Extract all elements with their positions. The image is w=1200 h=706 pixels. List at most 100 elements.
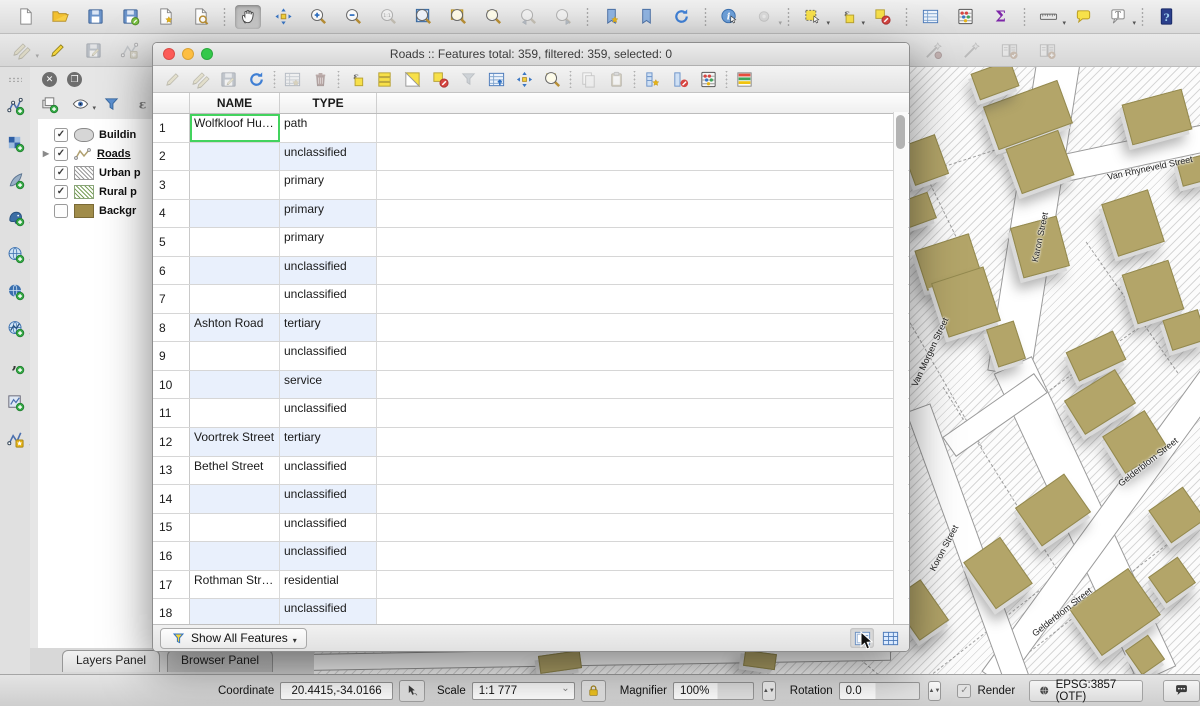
- pan-to-selection-icon[interactable]: [270, 5, 296, 29]
- folder-open-icon[interactable]: [47, 5, 73, 29]
- zoom-to-selected-icon[interactable]: [540, 68, 564, 90]
- detach-panel-icon[interactable]: ❐: [67, 72, 82, 87]
- table-row[interactable]: 14unclassified: [153, 485, 909, 514]
- table-row[interactable]: 11unclassified: [153, 399, 909, 428]
- cell-rownum[interactable]: 1: [153, 114, 190, 142]
- close-icon[interactable]: ✕: [42, 72, 57, 87]
- cell-rownum[interactable]: 11: [153, 399, 190, 427]
- composer-new-icon[interactable]: [152, 5, 178, 29]
- layer-visibility-checkbox[interactable]: [54, 204, 68, 218]
- bookmark-new-icon[interactable]: [598, 5, 624, 29]
- rotation-input[interactable]: 0.0: [839, 682, 920, 700]
- cell-rownum[interactable]: 3: [153, 171, 190, 199]
- layer-visibility-checkbox[interactable]: ✓: [54, 166, 68, 180]
- node-tool-icon[interactable]: [920, 38, 946, 62]
- cell-name[interactable]: [190, 171, 280, 199]
- toolbar-grip[interactable]: [8, 77, 22, 82]
- table-row[interactable]: 9unclassified: [153, 342, 909, 371]
- composer-manager-icon[interactable]: [187, 5, 213, 29]
- cell-name[interactable]: [190, 514, 280, 542]
- add-spatialite-icon[interactable]: [2, 168, 28, 193]
- cell-type[interactable]: tertiary: [280, 428, 377, 456]
- layer-item-ruralp[interactable]: ✓Rural p: [38, 182, 152, 201]
- filter-form-icon[interactable]: [456, 68, 480, 90]
- select-all-icon[interactable]: [372, 68, 396, 90]
- new-virtual-icon[interactable]: [2, 427, 28, 452]
- filter-legend-icon[interactable]: [100, 94, 122, 114]
- table-row[interactable]: 17Rothman Str…residential: [153, 571, 909, 600]
- add-feature-line-icon[interactable]: [116, 38, 142, 62]
- cell-rownum[interactable]: 18: [153, 599, 190, 627]
- zoom-next-icon[interactable]: [550, 5, 576, 29]
- save-icon[interactable]: [82, 5, 108, 29]
- add-wcs-icon[interactable]: [2, 279, 28, 304]
- table-row[interactable]: 16unclassified: [153, 542, 909, 571]
- node-tool-alt-icon[interactable]: [958, 38, 984, 62]
- layer-item-urbanp[interactable]: ✓Urban p: [38, 163, 152, 182]
- cell-name[interactable]: [190, 485, 280, 513]
- expand-arrow-icon[interactable]: ▶: [38, 149, 54, 158]
- zoom-full-icon[interactable]: [410, 5, 436, 29]
- identify-icon[interactable]: i: [716, 5, 742, 29]
- cell-name[interactable]: [190, 228, 280, 256]
- magnifier-input[interactable]: 100%: [673, 682, 754, 700]
- table-row[interactable]: 4primary: [153, 200, 909, 229]
- render-checkbox[interactable]: ✓: [957, 684, 971, 698]
- add-delimited-icon[interactable]: ,: [2, 353, 28, 378]
- field-calculator-icon[interactable]: [696, 68, 720, 90]
- zoom-out-icon[interactable]: [340, 5, 366, 29]
- cell-rownum[interactable]: 9: [153, 342, 190, 370]
- cell-type[interactable]: unclassified: [280, 514, 377, 542]
- cell-rownum[interactable]: 17: [153, 571, 190, 599]
- header-name[interactable]: NAME: [190, 93, 280, 113]
- cell-type[interactable]: unclassified: [280, 599, 377, 627]
- header-rownum[interactable]: [153, 93, 190, 113]
- scale-lock-button[interactable]: [581, 680, 606, 702]
- layer-item-backgr[interactable]: Backgr: [38, 201, 152, 220]
- cell-rownum[interactable]: 15: [153, 514, 190, 542]
- table-row[interactable]: 13Bethel Streetunclassified: [153, 457, 909, 486]
- cell-rownum[interactable]: 2: [153, 143, 190, 171]
- labels-pinned-icon[interactable]: [996, 38, 1022, 62]
- zoom-native-icon[interactable]: 1:1: [375, 5, 401, 29]
- header-type[interactable]: TYPE: [280, 93, 377, 113]
- table-row[interactable]: 3primary: [153, 171, 909, 200]
- zoom-in-icon[interactable]: [305, 5, 331, 29]
- save-edits-icon[interactable]: [216, 68, 240, 90]
- pan-hand-icon[interactable]: [235, 5, 261, 29]
- minimize-window-icon[interactable]: [182, 48, 194, 60]
- table-row[interactable]: 10service: [153, 371, 909, 400]
- cell-name[interactable]: [190, 257, 280, 285]
- bookmark-show-icon[interactable]: [633, 5, 659, 29]
- toggle-edit-pencil-icon[interactable]: [160, 68, 184, 90]
- delete-selected-icon[interactable]: [308, 68, 332, 90]
- coordinate-input[interactable]: 20.4415,-34.0166: [280, 682, 393, 700]
- add-postgis-icon[interactable]: [2, 205, 28, 230]
- scale-combo[interactable]: 1:1 777: [472, 682, 575, 700]
- tab-browser-panel[interactable]: Browser Panel: [167, 650, 273, 672]
- deselect-all-icon[interactable]: [428, 68, 452, 90]
- cell-rownum[interactable]: 14: [153, 485, 190, 513]
- cell-name[interactable]: [190, 599, 280, 627]
- log-messages-button[interactable]: [1163, 680, 1200, 702]
- layer-item-buildin[interactable]: ✓Buildin: [38, 125, 152, 144]
- multi-edit-icon[interactable]: [188, 68, 212, 90]
- cell-type[interactable]: unclassified: [280, 143, 377, 171]
- mouse-position-toggle[interactable]: [399, 680, 425, 702]
- filter-expression-icon[interactable]: ε: [131, 94, 152, 114]
- cell-name[interactable]: [190, 143, 280, 171]
- cell-name[interactable]: Ashton Road: [190, 314, 280, 342]
- table-row[interactable]: 1Wolfkloof Hu…path: [153, 114, 909, 143]
- zoom-to-layer-icon[interactable]: [445, 5, 471, 29]
- current-edits-icon[interactable]: [8, 38, 34, 62]
- paste-features-icon[interactable]: [604, 68, 628, 90]
- cell-rownum[interactable]: 5: [153, 228, 190, 256]
- vertical-scrollbar[interactable]: [893, 112, 908, 624]
- cell-type[interactable]: unclassified: [280, 457, 377, 485]
- labels-new-icon[interactable]: [1034, 38, 1060, 62]
- cell-rownum[interactable]: 12: [153, 428, 190, 456]
- select-features-icon[interactable]: [799, 5, 825, 29]
- maptips-gear-icon[interactable]: [751, 5, 777, 29]
- cell-name[interactable]: [190, 371, 280, 399]
- cell-type[interactable]: unclassified: [280, 285, 377, 313]
